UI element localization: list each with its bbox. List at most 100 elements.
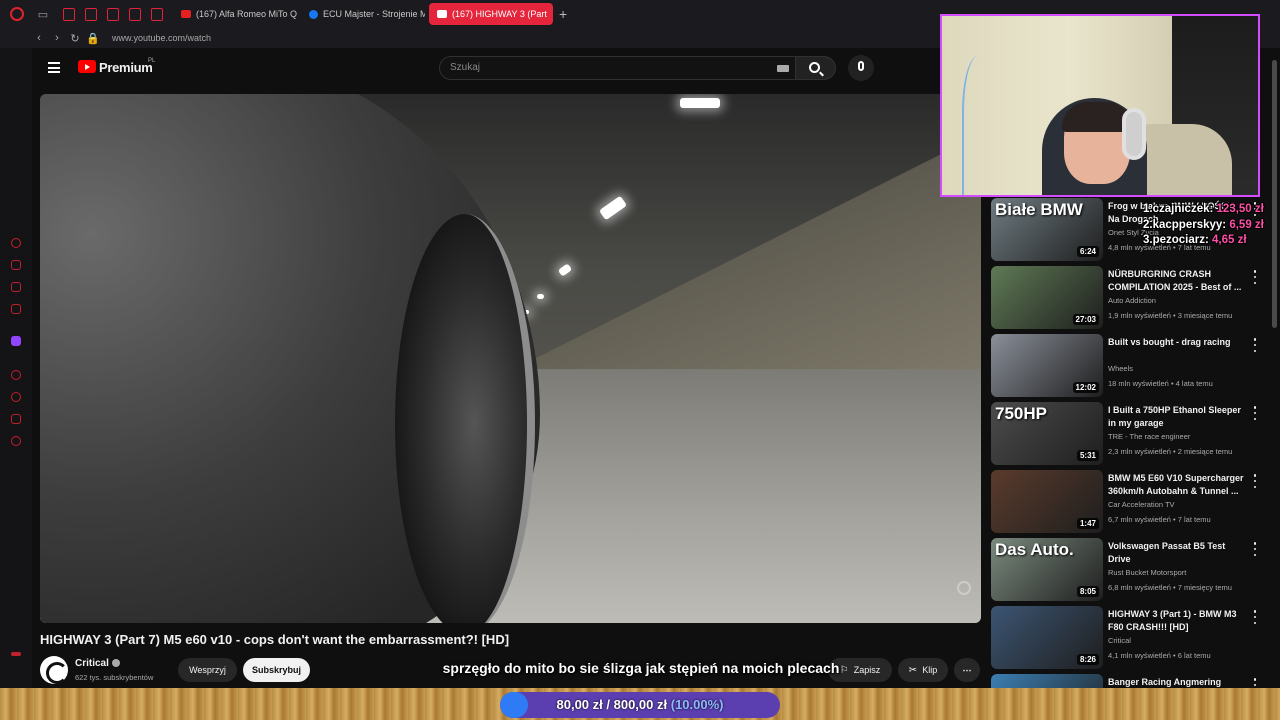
stream-subtitle: sprzęgło do mito bo sie ślizga jak stępi… bbox=[442, 660, 840, 676]
workspaces-icon[interactable]: ▭ bbox=[36, 7, 50, 21]
browser-tab[interactable]: (167) Alfa Romeo MiTo QV bbox=[173, 3, 297, 25]
recommendation-meta: 4,1 mln wyświetleń • 6 lat temu bbox=[1108, 651, 1211, 660]
support-button[interactable]: Wesprzyj bbox=[178, 658, 237, 682]
messenger-icon[interactable] bbox=[11, 282, 21, 292]
recommendation-channel[interactable]: Wheels bbox=[1108, 364, 1133, 373]
player-settings-icon[interactable] bbox=[957, 581, 971, 595]
recommendation-channel[interactable]: Rust Bucket Motorsport bbox=[1108, 568, 1186, 577]
recommendations-list: Białe BMW 6:24 Frog w białym BMW ( POŚCI… bbox=[991, 198, 1271, 720]
clock-icon[interactable] bbox=[11, 392, 21, 402]
recommendation-item[interactable]: 27:03 NÜRBURGRING CRASH COMPILATION 2025… bbox=[991, 266, 1271, 330]
top-donors-overlay: 1.czajniczek: 123,50 zł 2.kacpperskyy: 6… bbox=[1143, 202, 1280, 249]
more-actions-button[interactable]: ⋯ bbox=[954, 658, 980, 682]
kebab-menu-icon[interactable] bbox=[1252, 406, 1258, 420]
back-icon[interactable]: ‹ bbox=[30, 32, 48, 44]
recommendation-item[interactable]: 1:47 BMW M5 E60 V10 Supercharger 360km/h… bbox=[991, 470, 1271, 534]
recommendation-title[interactable]: I Built a 750HP Ethanol Sleeper in my ga… bbox=[1108, 404, 1248, 430]
thumbnail-text: Das Auto. bbox=[995, 540, 1074, 559]
video-thumbnail[interactable]: Białe BMW 6:24 bbox=[991, 198, 1103, 261]
video-thumbnail[interactable]: 27:03 bbox=[991, 266, 1103, 329]
duration-badge: 8:26 bbox=[1076, 654, 1099, 665]
scissors-icon: ✂ bbox=[908, 664, 918, 676]
menu-icon[interactable] bbox=[48, 62, 60, 73]
region-code: PL bbox=[148, 58, 156, 64]
recommendation-meta: 2,3 mln wyświetleń • 2 miesiące temu bbox=[1108, 447, 1233, 456]
recommendation-title[interactable]: NÜRBURGRING CRASH COMPILATION 2025 - Bes… bbox=[1108, 268, 1248, 294]
recommendation-title[interactable]: Built vs bought - drag racing bbox=[1108, 336, 1248, 349]
twitch-icon[interactable] bbox=[11, 336, 21, 346]
reload-icon[interactable]: ↻ bbox=[66, 32, 84, 45]
recommendation-channel[interactable]: Car Acceleration TV bbox=[1108, 500, 1175, 509]
channel-name[interactable]: Critical bbox=[75, 658, 120, 669]
forward-icon[interactable]: › bbox=[48, 32, 66, 44]
video-thumbnail[interactable]: 750HP 5:31 bbox=[991, 402, 1103, 465]
recommendation-channel[interactable]: Auto Addiction bbox=[1108, 296, 1156, 305]
pinned-tab-icon[interactable] bbox=[85, 7, 97, 21]
pinned-tab-icon[interactable] bbox=[63, 7, 75, 21]
keyboard-icon[interactable] bbox=[777, 65, 789, 72]
duration-badge: 5:31 bbox=[1076, 450, 1099, 461]
recommendation-item[interactable]: 750HP 5:31 I Built a 750HP Ethanol Sleep… bbox=[991, 402, 1271, 466]
donation-goal-text: 80,00 zł / 800,00 zł (10.00%) bbox=[556, 697, 724, 712]
video-thumbnail[interactable]: 12:02 bbox=[991, 334, 1103, 397]
donor-entry: 3.pezociarz: 4,65 zł bbox=[1143, 234, 1247, 246]
video-thumbnail[interactable]: 8:26 bbox=[991, 606, 1103, 669]
voice-search-button[interactable] bbox=[848, 55, 874, 81]
browser-sidebar bbox=[0, 48, 32, 720]
instagram-icon[interactable] bbox=[11, 304, 21, 314]
opera-logo-icon[interactable] bbox=[10, 7, 24, 21]
webcam-overlay bbox=[940, 14, 1260, 197]
search-button[interactable] bbox=[796, 56, 836, 80]
pinned-tab-icon[interactable] bbox=[151, 7, 163, 21]
youtube-logo-icon[interactable] bbox=[78, 60, 96, 73]
search-input[interactable] bbox=[450, 62, 760, 73]
bag-icon[interactable] bbox=[11, 260, 21, 270]
recommendation-title[interactable]: BMW M5 E60 V10 Supercharger 360km/h Auto… bbox=[1108, 472, 1248, 498]
recommendation-item[interactable]: 12:02 Built vs bought - drag racing Whee… bbox=[991, 334, 1271, 398]
clip-button[interactable]: ✂ Klip bbox=[898, 658, 948, 682]
kebab-menu-icon[interactable] bbox=[1252, 338, 1258, 352]
video-title: HIGHWAY 3 (Part 7) M5 e60 v10 - cops don… bbox=[40, 632, 510, 647]
more-icon[interactable] bbox=[11, 652, 21, 656]
browser-tab[interactable]: ECU Majster - Strojenie M bbox=[301, 3, 425, 25]
recommendation-item[interactable]: Das Auto. 8:05 Volkswagen Passat B5 Test… bbox=[991, 538, 1271, 602]
duration-badge: 1:47 bbox=[1076, 518, 1099, 529]
kebab-menu-icon[interactable] bbox=[1252, 270, 1258, 284]
recommendation-channel[interactable]: Critical bbox=[1108, 636, 1131, 645]
url-field[interactable]: www.youtube.com/watch bbox=[112, 33, 211, 43]
subscriber-count: 622 tys. subskrybentów bbox=[75, 673, 154, 682]
youtube-icon bbox=[437, 10, 447, 18]
video-player[interactable] bbox=[40, 94, 981, 623]
car-wheel bbox=[395, 214, 535, 623]
browser-tab-active[interactable]: (167) HIGHWAY 3 (Part bbox=[429, 3, 553, 25]
donor-entry: 1.czajniczek: 123,50 zł bbox=[1143, 203, 1264, 215]
player-icon[interactable] bbox=[11, 370, 21, 380]
extensions-icon[interactable] bbox=[11, 414, 21, 424]
facebook-icon bbox=[309, 9, 318, 19]
recommendation-item[interactable]: 8:26 HIGHWAY 3 (Part 1) - BMW M3 F80 CRA… bbox=[991, 606, 1271, 670]
verified-icon bbox=[111, 659, 120, 668]
kebab-menu-icon[interactable] bbox=[1252, 610, 1258, 624]
duration-badge: 6:24 bbox=[1076, 246, 1099, 257]
subscribe-button[interactable]: Subskrybuj bbox=[243, 658, 310, 682]
kebab-menu-icon[interactable] bbox=[1252, 474, 1258, 488]
recommendation-title[interactable]: HIGHWAY 3 (Part 1) - BMW M3 F80 CRASH!!!… bbox=[1108, 608, 1248, 634]
pinned-tab-icon[interactable] bbox=[107, 7, 119, 21]
channel-avatar[interactable] bbox=[40, 656, 68, 684]
pinned-tab-icon[interactable] bbox=[129, 7, 141, 21]
settings-icon[interactable] bbox=[11, 436, 21, 446]
kebab-menu-icon[interactable] bbox=[1252, 542, 1258, 556]
recommendation-meta: 18 mln wyświetleń • 4 lata temu bbox=[1108, 379, 1213, 388]
thumbnail-text: Białe BMW bbox=[995, 200, 1083, 219]
youtube-brand[interactable]: Premium bbox=[99, 60, 153, 75]
recommendation-meta: 1,9 mln wyświetleń • 3 miesiące temu bbox=[1108, 311, 1233, 320]
recommendation-title[interactable]: Volkswagen Passat B5 Test Drive bbox=[1108, 540, 1248, 566]
donation-goal-bar: 80,00 zł / 800,00 zł (10.00%) bbox=[500, 692, 780, 718]
thumbnail-text: 750HP bbox=[995, 404, 1047, 423]
new-tab-icon[interactable]: + bbox=[559, 6, 567, 22]
video-thumbnail[interactable]: Das Auto. 8:05 bbox=[991, 538, 1103, 601]
history-icon[interactable] bbox=[11, 238, 21, 248]
recommendation-channel[interactable]: TRE - The race engineer bbox=[1108, 432, 1190, 441]
video-thumbnail[interactable]: 1:47 bbox=[991, 470, 1103, 533]
page-scrollbar[interactable] bbox=[1272, 60, 1277, 328]
